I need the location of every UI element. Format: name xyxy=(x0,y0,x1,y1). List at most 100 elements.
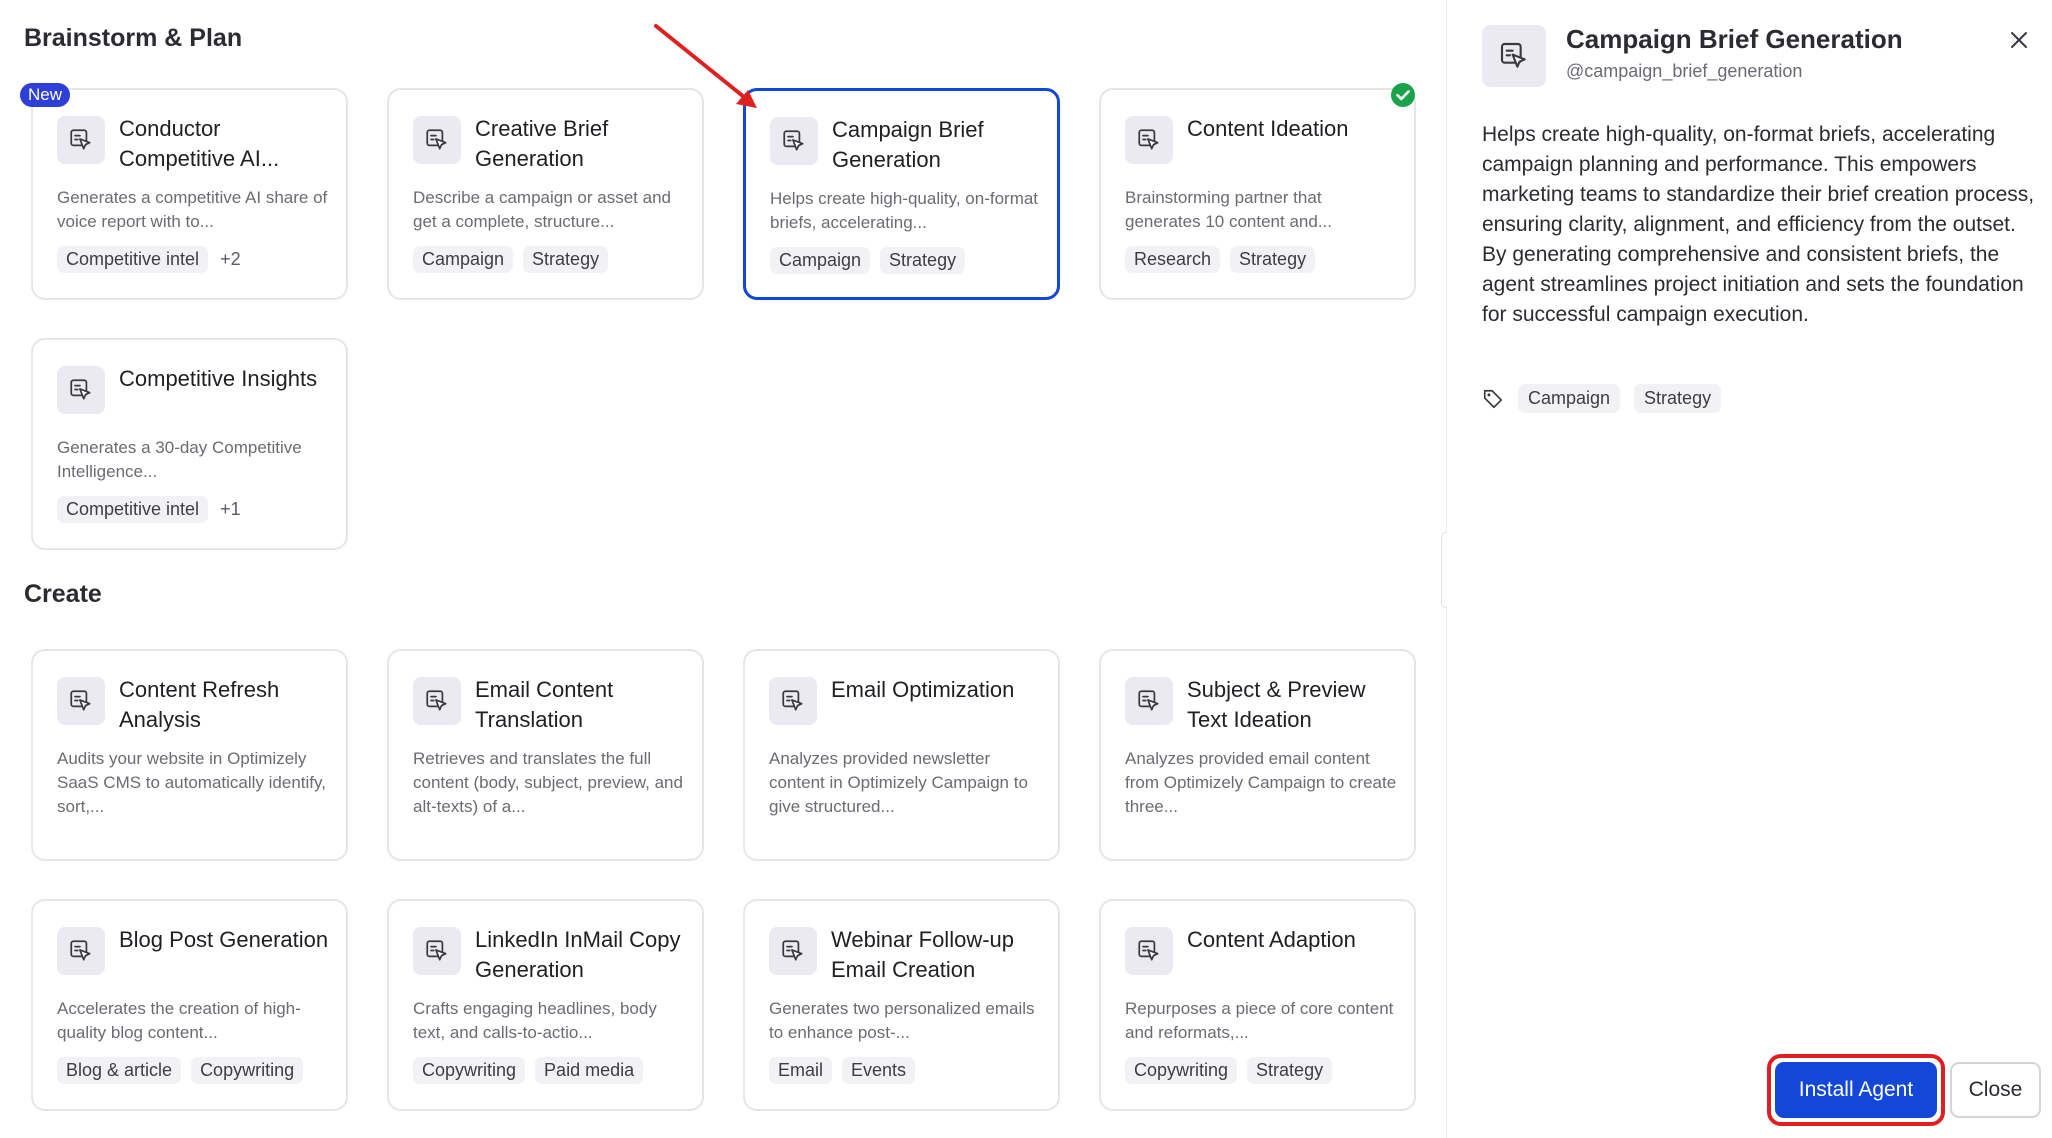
card-tags: Campaign Strategy xyxy=(413,246,609,273)
card-tags: Competitive intel +2 xyxy=(57,246,241,273)
tag-icon xyxy=(1483,389,1503,408)
card-conductor-competitive-ai[interactable]: Conductor Competitive AI... Generates a c… xyxy=(31,88,348,300)
card-title: Webinar Follow-up Email Creation xyxy=(831,927,1015,982)
agent-cursor-icon xyxy=(70,129,91,150)
agent-icon-box xyxy=(57,366,105,414)
card-email-content-translation[interactable]: Email Content Translation Retrieves and t… xyxy=(387,649,704,861)
panel-description: Helps create high-quality, on-format bri… xyxy=(1482,123,2035,326)
card-tag: Strategy xyxy=(523,246,609,273)
agent-icon-box xyxy=(770,117,818,165)
card-subject-preview-ideation[interactable]: Subject & Preview Text Ideation Analyzes … xyxy=(1099,649,1416,861)
card-description: Audits your website in Optimizely SaaS C… xyxy=(57,749,326,816)
card-title: Competitive Insights xyxy=(119,366,318,391)
agent-icon-box xyxy=(57,677,105,725)
card-description: Generates two personalized emails to enh… xyxy=(769,999,1035,1042)
card-description: Helps create high-quality, on-format bri… xyxy=(770,189,1039,232)
card-title: Email Optimization xyxy=(831,677,1015,702)
card-blog-post-generation[interactable]: Blog Post Generation Accelerates the crea… xyxy=(31,899,348,1111)
card-tag: Strategy xyxy=(1230,246,1316,273)
card-description: Repurposes a piece of core content and r… xyxy=(1125,999,1394,1042)
card-description: Generates a competitive AI share of voic… xyxy=(57,188,328,231)
card-webinar-follow-up-email[interactable]: Webinar Follow-up Email Creation Generate… xyxy=(743,899,1060,1111)
card-description: Generates a 30-day Competitive Intellige… xyxy=(57,438,302,481)
card-title: Content Adaption xyxy=(1187,927,1356,952)
panel-tag-campaign: Campaign xyxy=(1518,384,1621,413)
card-tag: Events xyxy=(842,1057,916,1084)
agent-cursor-icon xyxy=(1500,42,1526,68)
agent-icon-box xyxy=(769,927,817,975)
card-tags: Research Strategy xyxy=(1125,246,1316,273)
card-title: Email Content Translation xyxy=(475,677,614,732)
card-description: Retrieves and translates the full conten… xyxy=(413,749,683,816)
card-title: Creative Brief Generation xyxy=(475,116,609,171)
agent-cursor-icon xyxy=(782,690,803,711)
agent-icon-box xyxy=(1482,25,1546,87)
card-competitive-insights[interactable]: Competitive Insights Generates a 30-day C… xyxy=(31,338,348,550)
card-email-optimization[interactable]: Email Optimization Analyzes provided news… xyxy=(743,649,1060,861)
card-description: Accelerates the creation of high-quality… xyxy=(57,999,301,1042)
card-description: Crafts engaging headlines, body text, an… xyxy=(413,999,657,1042)
new-badge: New xyxy=(20,83,71,107)
agent-icon-box xyxy=(1125,677,1173,725)
card-tag: Copywriting xyxy=(413,1057,526,1084)
card-title: Conductor Competitive AI... xyxy=(119,116,280,171)
agent-cursor-icon xyxy=(1138,940,1159,961)
card-title: Subject & Preview Text Ideation xyxy=(1187,677,1366,732)
card-tag: Strategy xyxy=(1247,1057,1333,1084)
agent-cursor-icon xyxy=(70,379,91,400)
card-content-refresh-analysis[interactable]: Content Refresh Analysis Audits your webs… xyxy=(31,649,348,861)
panel-title: Campaign Brief Generation xyxy=(1566,24,1903,54)
card-tag: Campaign xyxy=(770,247,871,274)
card-tag: Competitive intel xyxy=(57,496,209,523)
card-tags: Copywriting Strategy xyxy=(1125,1057,1333,1084)
card-content-adaption[interactable]: Content Adaption Repurposes a piece of co… xyxy=(1099,899,1416,1111)
red-arrow-annotation xyxy=(654,24,757,108)
agent-icon-box xyxy=(413,677,461,725)
section-title-create: Create xyxy=(24,580,102,608)
card-more-tags-count: +1 xyxy=(220,499,241,519)
close-button[interactable]: Close xyxy=(1950,1062,2041,1118)
card-tag: Competitive intel xyxy=(57,246,209,273)
card-tag: Copywriting xyxy=(191,1057,304,1084)
agent-icon-box xyxy=(769,677,817,725)
agent-icon-box xyxy=(413,116,461,164)
agent-icon-box xyxy=(57,116,105,164)
card-linkedin-inmail-copy[interactable]: LinkedIn InMail Copy Generation Crafts en… xyxy=(387,899,704,1111)
panel-tag-strategy: Strategy xyxy=(1634,384,1722,413)
card-tag: Copywriting xyxy=(1125,1057,1238,1084)
agent-detail-panel: Campaign Brief Generation @campaign_brie… xyxy=(1447,0,2052,1138)
panel-tags: Campaign Strategy xyxy=(1482,384,1722,413)
panel-handle: @campaign_brief_generation xyxy=(1566,61,1803,81)
agent-cursor-icon xyxy=(70,690,91,711)
agent-icon-box xyxy=(1125,116,1173,164)
close-icon[interactable] xyxy=(2007,28,2031,52)
card-tag: Research xyxy=(1125,246,1221,273)
card-more-tags-count: +2 xyxy=(220,249,241,269)
card-title: Blog Post Generation xyxy=(119,927,329,952)
check-circle-icon xyxy=(1391,83,1415,107)
card-content-ideation[interactable]: Content Ideation Brainstorming partner th… xyxy=(1099,88,1416,300)
card-tags: Email Events xyxy=(769,1057,916,1084)
card-title: Content Ideation xyxy=(1187,116,1349,141)
agent-cursor-icon xyxy=(783,130,804,151)
card-tag: Paid media xyxy=(535,1057,644,1084)
card-tags: Campaign Strategy xyxy=(770,247,966,274)
card-tag: Campaign xyxy=(413,246,514,273)
card-tags: Copywriting Paid media xyxy=(413,1057,644,1084)
agent-cursor-icon xyxy=(70,940,91,961)
card-title: Content Refresh Analysis xyxy=(119,677,280,732)
section-title-brainstorm: Brainstorm & Plan xyxy=(24,24,243,52)
agent-library: Brainstorm & Plan Create New Conductor C… xyxy=(0,0,1446,1138)
card-title: LinkedIn InMail Copy Generation xyxy=(475,927,681,982)
card-campaign-brief-generation[interactable]: Campaign Brief Generation Helps create hi… xyxy=(743,88,1060,300)
agent-cursor-icon xyxy=(1138,129,1159,150)
card-title: Campaign Brief Generation xyxy=(832,117,984,172)
card-creative-brief-generation[interactable]: Creative Brief Generation Describe a camp… xyxy=(387,88,704,300)
card-tag: Strategy xyxy=(880,247,966,274)
agent-cursor-icon xyxy=(426,940,447,961)
agent-icon-box xyxy=(57,927,105,975)
card-tags: Blog & article Copywriting xyxy=(57,1057,304,1084)
card-tag: Email xyxy=(769,1057,833,1084)
agent-cursor-icon xyxy=(426,690,447,711)
install-agent-button[interactable]: Install Agent xyxy=(1775,1062,1937,1118)
